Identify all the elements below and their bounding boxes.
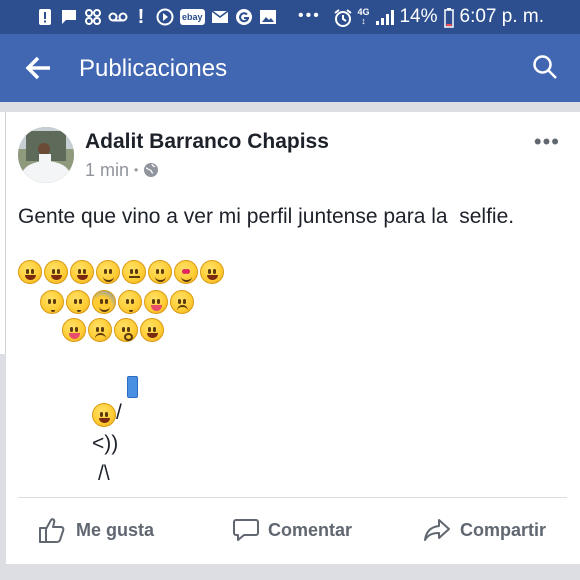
g-icon bbox=[235, 8, 253, 26]
kiss-smile-emoji bbox=[118, 290, 142, 314]
kiss-closed-emoji bbox=[66, 290, 90, 314]
message-icon bbox=[60, 8, 78, 26]
post-text: Gente que vino a ver mi perfil juntense … bbox=[18, 205, 515, 228]
post-time[interactable]: 1 min bbox=[85, 159, 129, 181]
emoji-row-1 bbox=[18, 260, 224, 286]
emoji-row-3 bbox=[62, 318, 164, 344]
actions-divider bbox=[18, 497, 567, 498]
data-icon: 4G ↕ bbox=[357, 7, 370, 26]
comment-button[interactable]: Comentar bbox=[232, 512, 352, 548]
page-title: Publicaciones bbox=[79, 55, 228, 82]
laughing-emoji bbox=[92, 403, 116, 427]
app-icon bbox=[84, 8, 102, 26]
mail-icon bbox=[211, 8, 229, 26]
angry-emoji bbox=[88, 318, 112, 342]
post-meta: 1 min • bbox=[85, 159, 159, 181]
mobile-phone-icon bbox=[127, 376, 138, 398]
alert-icon bbox=[36, 8, 54, 26]
arrow-left-icon bbox=[25, 56, 50, 80]
blush-emoji bbox=[96, 260, 120, 284]
joy-emoji bbox=[140, 318, 164, 342]
like-label: Me gusta bbox=[76, 519, 155, 540]
post-options-button[interactable]: ••• bbox=[534, 129, 560, 155]
emoji-row-2 bbox=[40, 290, 194, 316]
arrow-circle-icon bbox=[156, 8, 174, 26]
heart-eyes-emoji bbox=[174, 260, 198, 284]
signal-icon bbox=[375, 8, 395, 26]
smile-emoji bbox=[44, 260, 68, 284]
back-button[interactable] bbox=[24, 54, 54, 82]
ascii-arm: / bbox=[116, 401, 122, 424]
comment-label: Comentar bbox=[268, 519, 353, 540]
voicemail-icon bbox=[108, 8, 128, 26]
fear-emoji bbox=[92, 290, 116, 314]
ebay-icon: ebay bbox=[180, 9, 205, 25]
app-bar: Publicaciones bbox=[0, 34, 580, 102]
tongue-wink-emoji bbox=[144, 290, 168, 314]
battery-percent: 14% bbox=[399, 6, 438, 27]
notification-icons: ! ebay bbox=[36, 6, 277, 28]
alert-icon: ! bbox=[137, 6, 145, 28]
status-bar: ! ebay ••• 4G ↕ 14% 6:07 p. m. bbox=[0, 0, 580, 34]
neutral-emoji bbox=[122, 260, 146, 284]
post-card: Adalit Barranco Chapiss 1 min • ••• Gent… bbox=[6, 112, 580, 564]
thumbs-up-icon bbox=[39, 518, 65, 543]
feed-gap bbox=[0, 564, 580, 580]
comment-icon bbox=[233, 519, 259, 541]
post-author[interactable]: Adalit Barranco Chapiss bbox=[85, 129, 329, 155]
ascii-legs: /\ bbox=[98, 462, 110, 485]
battery-icon bbox=[443, 8, 454, 28]
grimace-emoji bbox=[200, 260, 224, 284]
clock: 6:07 p. m. bbox=[459, 6, 545, 27]
kiss-emoji bbox=[40, 290, 64, 314]
search-icon bbox=[533, 55, 557, 79]
ascii-body: <)) bbox=[92, 432, 119, 455]
share-icon bbox=[424, 519, 450, 541]
unamused-emoji bbox=[170, 290, 194, 314]
wink-emoji bbox=[148, 260, 172, 284]
tongue-emoji bbox=[62, 318, 86, 342]
flushed-emoji bbox=[114, 318, 138, 342]
like-button[interactable]: Me gusta bbox=[38, 512, 154, 548]
search-button[interactable] bbox=[532, 54, 558, 80]
gallery-icon bbox=[259, 8, 277, 26]
globe-icon bbox=[144, 163, 159, 177]
share-button[interactable]: Compartir bbox=[422, 512, 546, 548]
grin-emoji bbox=[18, 260, 42, 284]
more-notifications: ••• bbox=[298, 7, 321, 24]
share-label: Compartir bbox=[460, 519, 547, 540]
system-icons: 4G ↕ 14% 6:07 p. m. bbox=[333, 6, 544, 28]
avatar[interactable] bbox=[18, 127, 74, 183]
alarm-icon bbox=[333, 8, 353, 27]
meta-separator: • bbox=[134, 163, 139, 177]
smile-emoji bbox=[70, 260, 94, 284]
